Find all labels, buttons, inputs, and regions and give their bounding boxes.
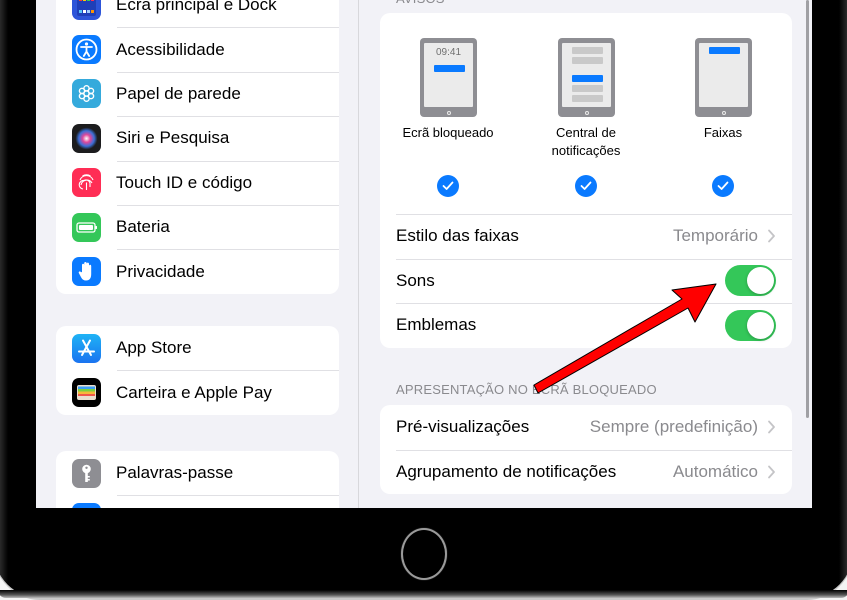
sidebar-item-label: App Store [116, 338, 192, 358]
banner-style-value: Temporário [672, 226, 758, 246]
alert-style-picker: 09:41 Ecrã bloqueado Central de notifica… [380, 13, 792, 214]
chevron-right-icon [768, 229, 775, 243]
sidebar-item-label: Touch ID e código [116, 172, 253, 192]
key-icon [72, 458, 101, 488]
sounds-label: Sons [396, 270, 435, 290]
grouping-label: Agrupamento de notificações [396, 461, 617, 481]
ipad-banners-illustration [695, 38, 752, 117]
notification-bar [709, 47, 740, 54]
wallet-icon [72, 378, 101, 408]
sidebar-item-label: Siri e Pesquisa [116, 128, 230, 148]
sounds-toggle[interactable] [725, 265, 776, 297]
previews-value: Sempre (predefinição) [589, 417, 758, 437]
alert-style-banners[interactable]: Faixas [658, 13, 788, 214]
alert-style-notification-center[interactable]: Central de notificações [521, 13, 651, 214]
sidebar-item-label: Papel de parede [116, 83, 241, 103]
badges-label: Emblemas [396, 315, 477, 335]
sidebar-group-general: Ecrã principal e Dock Acessibilidade Pap… [56, 0, 339, 294]
sidebar-item-app-store[interactable]: App Store [56, 326, 339, 370]
alerts-card: 09:41 Ecrã bloqueado Central de notifica… [380, 13, 792, 348]
sidebar-item-label: Palavras-passe [116, 463, 234, 483]
settings-sidebar: Ecrã principal e Dock Acessibilidade Pap… [36, 0, 359, 508]
hand-icon [72, 257, 101, 287]
notifications-detail: AVISOS 09:41 Ecrã bloqueado [360, 0, 812, 508]
wallpaper-icon [72, 79, 101, 109]
notification-bar [434, 65, 465, 72]
sidebar-item-wallpaper[interactable]: Papel de parede [56, 71, 339, 116]
lock-screen-section-header: APRESENTAÇÃO NO ECRÃ BLOQUEADO [396, 382, 657, 397]
sidebar-group-accounts: Palavras-passe [56, 451, 339, 508]
device-edge [0, 590, 847, 598]
alert-style-caption: Ecrã bloqueado [402, 125, 494, 140]
sidebar-item-privacy[interactable]: Privacidade [56, 249, 339, 293]
sidebar-item-accessibility[interactable]: Acessibilidade [56, 27, 339, 71]
banner-style-label: Estilo das faixas [396, 226, 519, 246]
toggle-knob [747, 311, 774, 339]
notification-bar [572, 75, 603, 82]
sidebar-item-mail[interactable] [56, 495, 339, 508]
sidebar-item-battery[interactable]: Bateria [56, 204, 339, 249]
lock-screen-card: Pré-visualizações Sempre (predefinição) … [380, 405, 792, 494]
sidebar-item-label: Carteira e Apple Pay [116, 382, 272, 402]
sidebar-item-passwords[interactable]: Palavras-passe [56, 451, 339, 495]
sidebar-item-label: Ecrã principal e Dock [116, 0, 277, 15]
sidebar-group-store: App Store Carteira e Apple Pay [56, 326, 339, 415]
alert-style-lock-screen[interactable]: 09:41 Ecrã bloqueado [383, 13, 513, 214]
checkmark-icon[interactable] [437, 175, 459, 197]
sidebar-item-wallet[interactable]: Carteira e Apple Pay [56, 370, 339, 414]
grouping-value: Automático [672, 461, 758, 481]
badges-row: Emblemas [380, 303, 792, 348]
banner-style-row[interactable]: Estilo das faixas Temporário [380, 214, 792, 259]
sidebar-item-home-screen[interactable]: Ecrã principal e Dock [56, 0, 339, 27]
chevron-right-icon [768, 420, 775, 434]
mail-icon [72, 503, 101, 508]
chevron-right-icon [768, 465, 775, 479]
clock-text: 09:41 [435, 47, 462, 58]
home-screen-icon [72, 0, 101, 20]
checkmark-icon[interactable] [575, 175, 597, 197]
alerts-section-header: AVISOS [396, 0, 445, 6]
sidebar-item-label: Bateria [116, 217, 170, 237]
checkmark-icon[interactable] [712, 175, 734, 197]
alert-style-caption: Faixas [703, 125, 743, 140]
ipad-lock-screen-illustration: 09:41 [420, 38, 477, 117]
sidebar-item-touch-id[interactable]: Touch ID e código [56, 160, 339, 205]
toggle-knob [747, 267, 774, 295]
sidebar-item-siri[interactable]: Siri e Pesquisa [56, 116, 339, 160]
siri-icon [72, 123, 101, 153]
previews-row[interactable]: Pré-visualizações Sempre (predefinição) [380, 405, 792, 450]
accessibility-icon [72, 35, 101, 65]
app-store-icon [72, 333, 101, 363]
scrollbar[interactable] [806, 0, 809, 418]
sidebar-item-label: Privacidade [116, 261, 205, 281]
sidebar-item-label: Acessibilidade [116, 39, 225, 59]
grouping-row[interactable]: Agrupamento de notificações Automático [380, 449, 792, 495]
previews-label: Pré-visualizações [396, 417, 530, 437]
ipad-notification-center-illustration [558, 38, 615, 117]
battery-icon [72, 212, 101, 242]
screen: Ecrã principal e Dock Acessibilidade Pap… [36, 0, 812, 508]
home-button[interactable] [401, 528, 447, 580]
badges-toggle[interactable] [725, 309, 776, 341]
fingerprint-icon [72, 168, 101, 198]
alert-style-caption: Central de notificações [551, 125, 621, 158]
sounds-row: Sons [380, 258, 792, 304]
